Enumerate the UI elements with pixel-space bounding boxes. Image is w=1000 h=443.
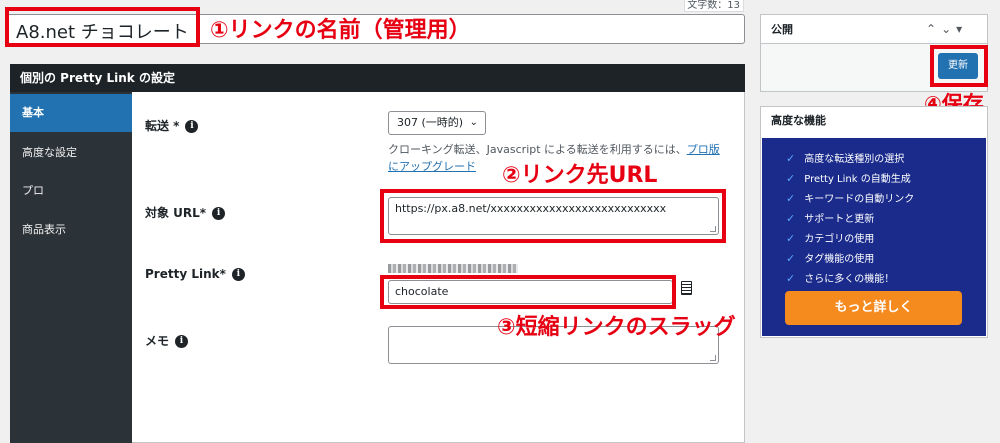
check-icon: ✓: [786, 172, 796, 185]
feature-item: ✓ タグ機能の使用: [786, 252, 875, 265]
redirect-label: 転送 *: [145, 119, 180, 133]
feature-item: ✓ さらに多くの機能！: [786, 272, 895, 285]
chevron-down-icon: ⌄: [469, 117, 478, 128]
tab-basic[interactable]: 基本: [10, 94, 132, 132]
feature-item: ✓ キーワードの自動リンク: [786, 192, 915, 205]
chevron-up-icon[interactable]: ⌃: [926, 22, 941, 36]
redirect-label-row: 転送 * i: [145, 117, 199, 134]
check-icon: ✓: [786, 232, 796, 245]
feature-item: ✓ 高度な転送種別の選択: [786, 152, 905, 165]
annotation-box-slug: [380, 275, 676, 309]
info-icon[interactable]: i: [231, 268, 245, 281]
advanced-features-heading: 高度な機能: [771, 114, 826, 127]
chevron-down-icon[interactable]: ⌄: [941, 22, 956, 36]
target-url-label-row: 対象 URL* i: [145, 204, 226, 221]
check-icon: ✓: [786, 152, 796, 165]
pretty-link-label: Pretty Link*: [145, 267, 226, 281]
learn-more-button[interactable]: もっと詳しく: [785, 291, 962, 325]
clipboard-icon[interactable]: [681, 281, 692, 295]
redirect-type-select[interactable]: 307 (一時的) ⌄: [388, 111, 486, 135]
annotation-target-url: ②リンク先URL: [502, 163, 658, 188]
settings-tabs: 基本 高度な設定 プロ 商品表示: [10, 92, 132, 443]
memo-label: メモ: [145, 334, 170, 348]
publish-controls: ⌃⌄▾: [926, 14, 967, 44]
blurred-base-url: [388, 264, 518, 273]
redirect-type-value: 307 (一時的): [397, 116, 464, 129]
info-icon[interactable]: i: [185, 120, 199, 133]
tab-advanced[interactable]: 高度な設定: [10, 134, 132, 172]
resize-handle-icon[interactable]: [710, 355, 716, 361]
triangle-down-icon[interactable]: ▾: [956, 22, 967, 36]
pretty-link-label-row: Pretty Link* i: [145, 267, 245, 281]
annotation-box-update: [930, 45, 988, 87]
check-icon: ✓: [786, 212, 796, 225]
target-url-label: 対象 URL*: [145, 206, 207, 220]
check-icon: ✓: [786, 272, 796, 285]
tab-product-display[interactable]: 商品表示: [10, 211, 132, 249]
annotation-box-target-url: [380, 189, 726, 243]
feature-item: ✓ サポートと更新: [786, 212, 875, 225]
annotation-box-title: [5, 7, 200, 47]
char-count: 文字数：13: [684, 0, 744, 12]
tab-pro[interactable]: プロ: [10, 172, 132, 210]
check-icon: ✓: [786, 252, 796, 265]
redirect-desc-text: クローキング転送、Javascript による転送を利用するには、: [388, 143, 687, 156]
annotation-link-name: ①リンクの名前（管理用）: [210, 18, 471, 43]
memo-label-row: メモ i: [145, 332, 189, 349]
settings-heading: 個別の Pretty Link の設定: [10, 64, 745, 92]
annotation-slug: ③短縮リンクのスラッグ: [497, 315, 736, 340]
info-icon[interactable]: i: [212, 207, 226, 220]
feature-item: ✓ Pretty Link の自動生成: [786, 172, 911, 185]
feature-item: ✓ カテゴリの使用: [786, 232, 875, 245]
info-icon[interactable]: i: [175, 335, 189, 348]
check-icon: ✓: [786, 192, 796, 205]
